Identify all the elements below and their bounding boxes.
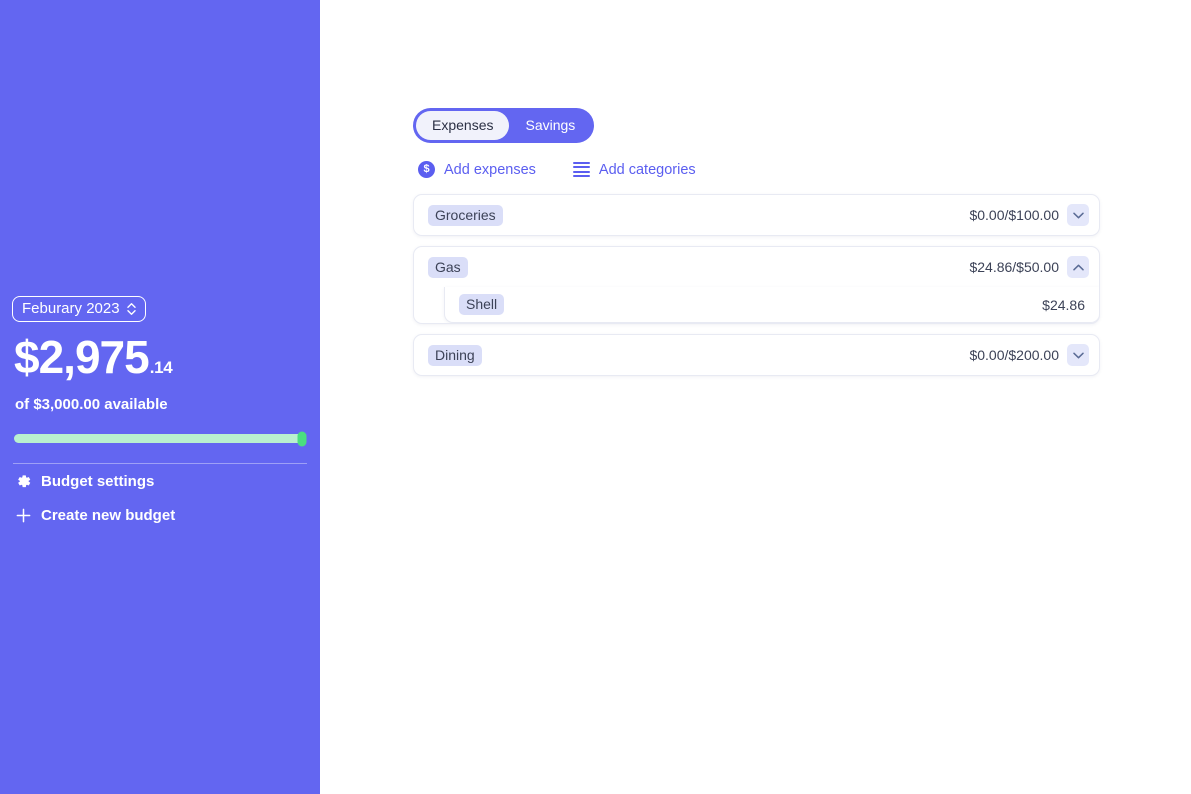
category-name-badge: Dining xyxy=(428,344,482,366)
expense-item-amount: $24.86 xyxy=(1042,296,1085,313)
category-card: Gas $24.86/$50.00 Shell $24.86 xyxy=(413,246,1100,324)
add-categories-label: Add categories xyxy=(598,161,696,178)
balance-subtitle: of $3,000.00 available xyxy=(15,396,168,413)
chevron-down-icon[interactable] xyxy=(1067,344,1089,366)
stack-lines-icon xyxy=(572,162,590,177)
add-expenses-button[interactable]: $ Add expenses xyxy=(418,161,536,178)
sidebar-item-budget-settings[interactable]: Budget settings xyxy=(12,464,308,498)
view-tabs: Expenses Savings xyxy=(413,108,595,143)
main-content: Expenses Savings $ Add expenses Add cate… xyxy=(320,0,1191,794)
category-list: Groceries $0.00/$100.00 Gas $24.86/$50.0… xyxy=(413,194,1100,376)
available-balance: $2,975 .14 xyxy=(12,334,308,380)
category-row-dining[interactable]: Dining $0.00/$200.00 xyxy=(414,335,1099,375)
add-categories-button[interactable]: Add categories xyxy=(572,161,696,178)
category-card: Dining $0.00/$200.00 xyxy=(413,334,1100,376)
chevron-up-icon[interactable] xyxy=(1067,256,1089,278)
category-amount: $0.00/$200.00 xyxy=(969,347,1059,363)
month-selector-label: Feburary 2023 xyxy=(22,300,120,317)
sidebar-item-label: Budget settings xyxy=(41,472,155,490)
tab-savings[interactable]: Savings xyxy=(509,111,591,140)
progress-track xyxy=(14,431,307,446)
balance-amount: $2,975 xyxy=(14,331,150,383)
gear-icon xyxy=(14,472,32,490)
chevron-down-icon[interactable] xyxy=(1067,204,1089,226)
dollar-circle-icon: $ xyxy=(418,161,435,178)
category-name-badge: Groceries xyxy=(428,204,503,226)
category-card: Groceries $0.00/$100.00 xyxy=(413,194,1100,236)
tab-expenses[interactable]: Expenses xyxy=(416,111,510,140)
add-expenses-label: Add expenses xyxy=(444,161,536,178)
sidebar: Feburary 2023 $2,975 .14 of $3,000.00 av… xyxy=(0,0,320,794)
plus-icon xyxy=(14,506,32,524)
category-row-groceries[interactable]: Groceries $0.00/$100.00 xyxy=(414,195,1099,235)
chevron-updown-icon xyxy=(126,302,136,315)
sidebar-item-label: Create new budget xyxy=(41,506,176,524)
month-selector[interactable]: Feburary 2023 xyxy=(12,296,146,322)
expense-item-name-badge: Shell xyxy=(459,294,505,315)
action-links: $ Add expenses Add categories xyxy=(413,161,1100,178)
balance-cents: .14 xyxy=(149,358,173,377)
category-name-badge: Gas xyxy=(428,256,468,278)
category-row-right: $24.86/$50.00 xyxy=(969,256,1089,278)
category-items: Shell $24.86 xyxy=(414,287,1099,323)
budget-progress-bar[interactable] xyxy=(12,431,308,446)
category-amount: $0.00/$100.00 xyxy=(969,207,1059,223)
category-row-right: $0.00/$100.00 xyxy=(969,204,1089,226)
sidebar-item-create-new-budget[interactable]: Create new budget xyxy=(12,498,308,532)
category-row-right: $0.00/$200.00 xyxy=(969,344,1089,366)
category-amount: $24.86/$50.00 xyxy=(969,259,1059,275)
progress-thumb[interactable] xyxy=(297,431,307,446)
category-row-gas[interactable]: Gas $24.86/$50.00 xyxy=(414,247,1099,287)
expense-item-row[interactable]: Shell $24.86 xyxy=(444,287,1099,323)
